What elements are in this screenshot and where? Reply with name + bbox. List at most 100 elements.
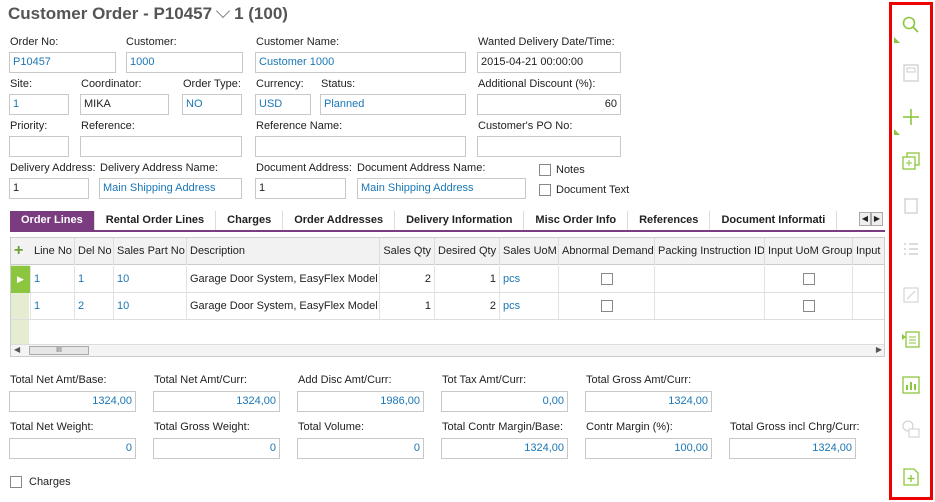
delivery-address-field[interactable]: 1 — [9, 178, 89, 199]
tab-delivery-information[interactable]: Delivery Information — [395, 211, 525, 230]
tab-scroll-right-icon[interactable]: ▶ — [871, 212, 883, 226]
charges-checkbox[interactable] — [10, 476, 22, 488]
customer-field[interactable]: 1000 — [126, 52, 243, 73]
add-menu-corner-icon — [894, 129, 900, 135]
col-sales-qty[interactable]: Sales Qty — [380, 238, 435, 265]
table-row[interactable]: 1 2 10 Garage Door System, EasyFlex Mode… — [11, 293, 884, 320]
cell-desired-qty: 1 — [435, 266, 500, 293]
additional-discount-field[interactable]: 60 — [477, 94, 621, 115]
tab-references[interactable]: References — [628, 211, 711, 230]
tab-order-lines[interactable]: Order Lines — [10, 211, 95, 230]
plus-icon: + — [14, 242, 24, 259]
col-del-no[interactable]: Del No — [75, 238, 114, 265]
search-icon[interactable] — [901, 15, 921, 35]
new-document-icon[interactable] — [901, 467, 921, 487]
cell-sales-qty: 1 — [380, 293, 435, 320]
grid-horizontal-scrollbar[interactable]: ◀ III ▶ — [11, 344, 884, 356]
scroll-thumb[interactable]: III — [29, 346, 89, 355]
contr-margin-base-field: 1324,00 — [441, 438, 568, 459]
col-description[interactable]: Description — [187, 238, 380, 265]
abnormal-demand-checkbox[interactable] — [600, 300, 613, 312]
tab-order-addresses[interactable]: Order Addresses — [283, 211, 396, 230]
scroll-right-icon[interactable]: ▶ — [876, 345, 882, 354]
col-abnormal-demand[interactable]: Abnormal Demand — [559, 238, 655, 265]
col-packing-instruction-id[interactable]: Packing Instruction ID — [655, 238, 765, 265]
cell-sales-part-no[interactable]: 10 — [114, 293, 187, 320]
reference-name-field[interactable] — [255, 136, 466, 157]
cell-sales-uom[interactable]: pcs — [500, 293, 559, 320]
order-no-label: Order No: — [10, 36, 59, 48]
notes-label: Notes — [556, 164, 585, 176]
duplicate-icon[interactable] — [901, 151, 921, 171]
details-list-icon[interactable] — [901, 329, 921, 349]
document-text-checkbox[interactable] — [539, 184, 551, 196]
coordinator-field[interactable]: MIKA — [80, 94, 169, 115]
cell-sales-part-no[interactable]: 10 — [114, 266, 187, 293]
add-row-button[interactable]: + — [11, 238, 31, 265]
table-row[interactable]: ▶ 1 1 10 Garage Door System, EasyFlex Mo… — [11, 266, 884, 293]
scroll-left-icon[interactable]: ◀ — [14, 345, 20, 354]
net-amt-curr-label: Total Net Amt/Curr: — [154, 374, 247, 386]
col-input-u[interactable]: Input U — [853, 238, 884, 265]
row-selector[interactable] — [11, 293, 31, 320]
info-list-icon[interactable] — [901, 419, 921, 439]
volume-field: 0 — [297, 438, 424, 459]
input-uom-group-checkbox[interactable] — [802, 273, 815, 285]
document-address-name-field[interactable]: Main Shipping Address — [357, 178, 526, 199]
tab-misc-order-info[interactable]: Misc Order Info — [524, 211, 629, 230]
site-label: Site: — [10, 78, 33, 90]
cell-packing-instruction-id — [655, 293, 765, 320]
status-label: Status: — [321, 78, 356, 90]
col-line-no[interactable]: Line No — [31, 238, 75, 265]
col-desired-qty[interactable]: Desired Qty — [435, 238, 500, 265]
search-menu-corner-icon — [894, 37, 900, 43]
currency-field[interactable]: USD — [255, 94, 311, 115]
add-disc-label: Add Disc Amt/Curr: — [298, 374, 392, 386]
wanted-delivery-label: Wanted Delivery Date/Time: — [478, 36, 615, 48]
tab-rental-order-lines[interactable]: Rental Order Lines — [95, 211, 217, 230]
reference-label: Reference: — [81, 120, 135, 132]
customer-name-field[interactable]: Customer 1000 — [255, 52, 466, 73]
site-field[interactable]: 1 — [9, 94, 69, 115]
add-icon[interactable] — [901, 107, 921, 127]
order-title: Customer Order - P10457 — [8, 4, 213, 23]
col-sales-part-no[interactable]: Sales Part No — [114, 238, 187, 265]
add-disc-field: 1986,00 — [297, 391, 424, 412]
priority-field[interactable] — [9, 136, 69, 157]
volume-label: Total Volume: — [298, 421, 365, 433]
order-no-field[interactable]: P10457 — [9, 52, 116, 73]
gross-weight-field: 0 — [153, 438, 280, 459]
net-amt-base-label: Total Net Amt/Base: — [10, 374, 107, 386]
notes-checkbox[interactable] — [539, 164, 551, 176]
delivery-address-name-field[interactable]: Main Shipping Address — [99, 178, 242, 199]
customer-label: Customer: — [126, 36, 177, 48]
gross-incl-chrg-label: Total Gross incl Chrg/Curr: — [730, 421, 860, 433]
customers-po-field[interactable] — [477, 136, 621, 157]
tab-document-information[interactable]: Document Informati — [710, 211, 838, 230]
save-icon[interactable] — [901, 63, 921, 83]
reference-field[interactable] — [80, 136, 242, 157]
delete-icon[interactable] — [901, 195, 921, 215]
document-text-label: Document Text — [556, 184, 630, 196]
input-uom-group-checkbox[interactable] — [802, 300, 815, 312]
tab-charges[interactable]: Charges — [216, 211, 284, 230]
customer-name-label: Customer Name: — [256, 36, 340, 48]
bar-chart-icon[interactable] — [901, 375, 921, 395]
order-suffix: 1 (100) — [234, 4, 288, 23]
cell-sales-uom[interactable]: pcs — [500, 266, 559, 293]
chevron-down-icon[interactable] — [216, 3, 231, 19]
gross-incl-chrg-field: 1324,00 — [729, 438, 856, 459]
tab-scroll: ◀ ▶ — [859, 212, 883, 226]
list-icon[interactable] — [901, 239, 921, 259]
tab-scroll-left-icon[interactable]: ◀ — [859, 212, 871, 226]
col-sales-uom[interactable]: Sales UoM — [500, 238, 559, 265]
net-amt-base-field: 1324,00 — [9, 391, 136, 412]
document-address-field[interactable]: 1 — [255, 178, 346, 199]
order-type-field[interactable]: NO — [182, 94, 242, 115]
contr-margin-base-label: Total Contr Margin/Base: — [442, 421, 564, 433]
abnormal-demand-checkbox[interactable] — [600, 273, 613, 285]
command-toolbar — [889, 2, 933, 500]
navigate-icon[interactable] — [901, 285, 921, 305]
wanted-delivery-field[interactable]: 2015-04-21 00:00:00 — [477, 52, 621, 73]
col-input-uom-group[interactable]: Input UoM Group — [765, 238, 853, 265]
